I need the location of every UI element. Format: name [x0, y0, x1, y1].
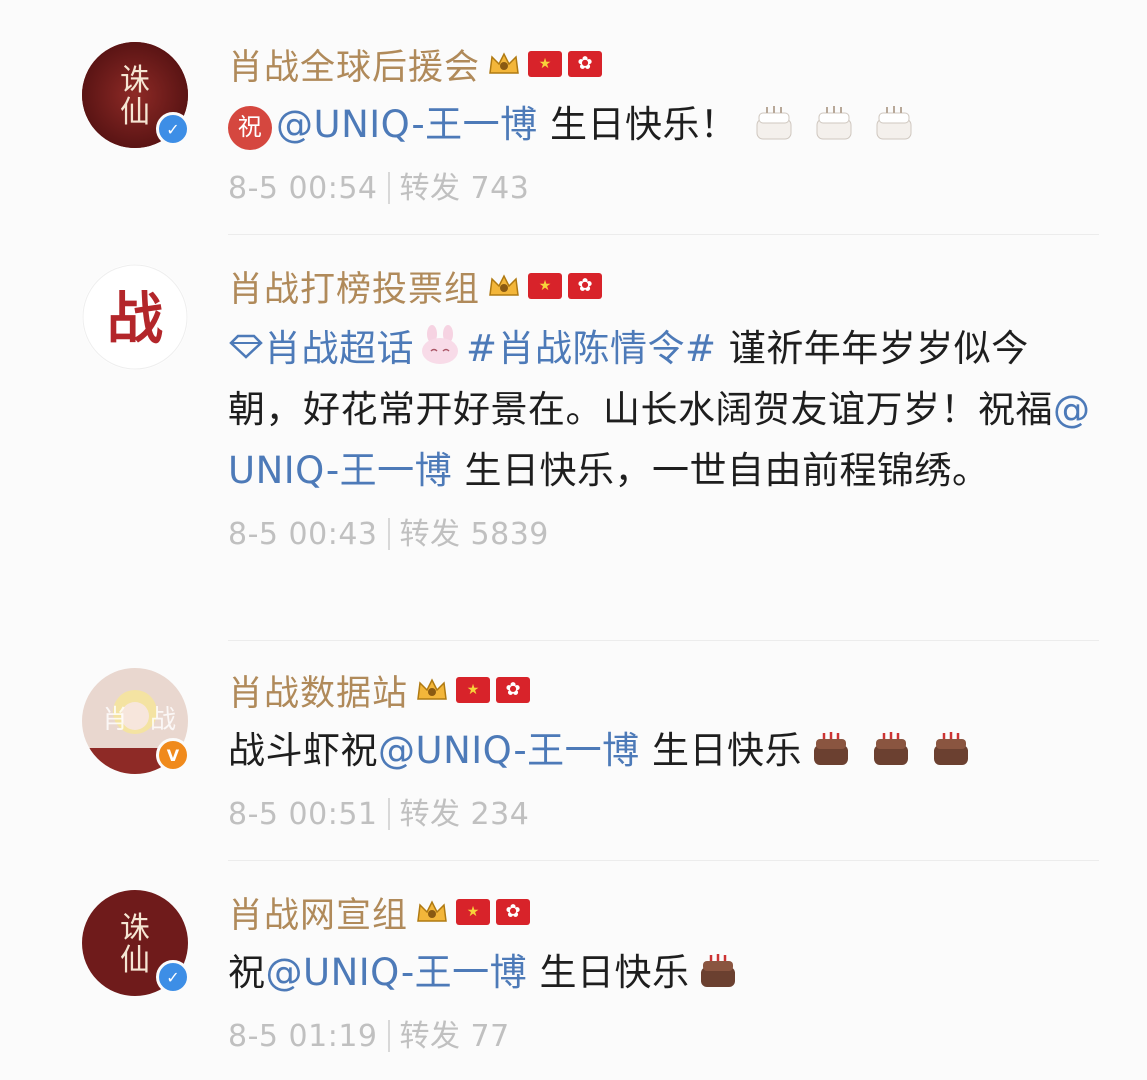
avatar[interactable]: 诛 仙 ✓ — [82, 890, 190, 996]
verified-icon: ✓ — [156, 960, 190, 994]
supertopic-diamond-icon — [228, 316, 264, 359]
divider — [228, 860, 1099, 861]
china-flag-icon: ★ — [528, 273, 563, 299]
svg-text:仙: 仙 — [120, 95, 150, 130]
comment-text: 战斗虾祝@UNIQ-王一博 生日快乐 — [228, 720, 1097, 781]
china-flag-icon: ★ — [456, 899, 491, 925]
comment-meta: 8-5 00:43 转发 5839 — [228, 509, 1097, 553]
china-flag-icon: ★ — [528, 51, 563, 77]
avatar[interactable]: 诛 仙 ✓ — [82, 42, 190, 148]
repost-count: 77 — [470, 1019, 510, 1054]
divider — [228, 640, 1099, 641]
comment-meta: 8-5 00:51 转发 234 — [228, 789, 1097, 833]
crown-icon — [414, 896, 450, 928]
timestamp: 8-5 01:19 — [228, 1019, 378, 1054]
svg-text:战: 战 — [150, 705, 176, 735]
avatar[interactable]: 肖 战 V — [82, 668, 190, 774]
supertopic-link[interactable]: 肖战超话 — [264, 327, 414, 370]
username[interactable]: 肖战数据站 — [228, 665, 408, 716]
username[interactable]: 肖战打榜投票组 — [228, 261, 480, 312]
hongkong-flag-icon: ✿ — [568, 51, 603, 77]
repost-label[interactable]: 转发 — [400, 1019, 461, 1054]
repost-label[interactable]: 转发 — [400, 517, 461, 552]
china-flag-icon: ★ — [456, 677, 491, 703]
svg-text:肖: 肖 — [102, 705, 128, 735]
username[interactable]: 肖战网宣组 — [228, 887, 408, 938]
cake-icon — [868, 726, 914, 766]
mention-link[interactable]: @UNIQ-王一博 — [276, 103, 538, 146]
cake-icon — [928, 726, 974, 766]
crown-icon — [486, 270, 522, 302]
cake-icon — [751, 100, 797, 140]
repost-count: 234 — [470, 797, 530, 832]
divider — [228, 234, 1099, 235]
username[interactable]: 肖战全球后援会 — [228, 39, 480, 90]
comment-meta: 8-5 00:54 转发 743 — [228, 163, 1097, 207]
hongkong-flag-icon: ✿ — [496, 899, 531, 925]
mention-link[interactable]: @UNIQ-王一博 — [378, 729, 640, 772]
repost-label[interactable]: 转发 — [400, 171, 461, 206]
repost-count: 5839 — [470, 517, 549, 552]
repost-count: 743 — [470, 171, 530, 206]
hashtag-link[interactable]: #肖战陈情令# — [466, 327, 717, 370]
hongkong-flag-icon: ✿ — [496, 677, 531, 703]
repost-label[interactable]: 转发 — [400, 797, 461, 832]
cake-icon — [695, 948, 741, 988]
mention-link[interactable]: @UNIQ-王一博 — [266, 951, 528, 994]
crown-icon — [414, 674, 450, 706]
zhu-badge-icon: 祝 — [228, 105, 272, 150]
comment-text: 祝@UNIQ-王一博 生日快乐 — [228, 942, 1097, 1003]
crown-icon — [486, 48, 522, 80]
verified-icon: ✓ — [156, 112, 190, 146]
svg-text:战: 战 — [107, 286, 163, 352]
cake-icon — [808, 726, 854, 766]
timestamp: 8-5 00:43 — [228, 517, 378, 552]
svg-text:诛: 诛 — [120, 63, 150, 98]
svg-text:仙: 仙 — [120, 943, 150, 978]
svg-text:诛: 诛 — [120, 911, 150, 946]
verified-icon: V — [156, 738, 190, 772]
cake-icon — [811, 100, 857, 140]
avatar[interactable]: 战 — [82, 264, 188, 370]
hongkong-flag-icon: ✿ — [568, 273, 603, 299]
comment-text: 肖战超话 #肖战陈情令# 谨祈年年岁岁似今朝，好花常开好景在。山长水阔贺友谊万岁！… — [228, 316, 1097, 501]
comment-list: 诛 仙 ✓ 肖战全球后援会 ★ ✿ 祝 @UNIQ-王一博 生日快乐！ 8-5 0… — [0, 0, 1147, 1080]
timestamp: 8-5 00:54 — [228, 171, 378, 206]
cake-icon — [871, 100, 917, 140]
timestamp: 8-5 00:51 — [228, 797, 378, 832]
bunny-icon — [418, 322, 462, 364]
comment-text: 祝 @UNIQ-王一博 生日快乐！ — [228, 94, 1097, 155]
comment-meta: 8-5 01:19 转发 77 — [228, 1011, 1097, 1055]
